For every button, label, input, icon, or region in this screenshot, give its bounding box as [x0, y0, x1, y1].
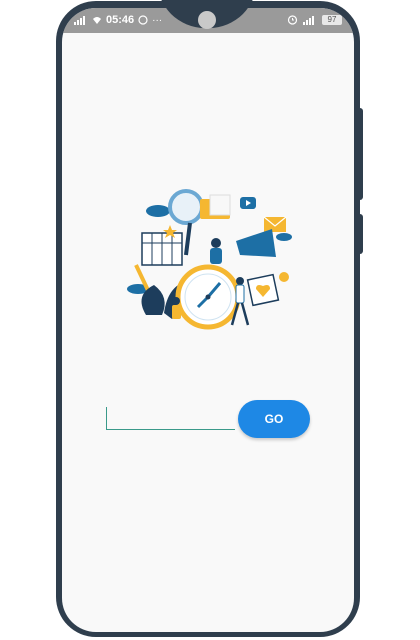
text-input[interactable]: [106, 407, 235, 430]
more-icon: ···: [152, 14, 163, 26]
signal-icon: [74, 16, 85, 25]
smiley-icon: [279, 272, 289, 282]
person-body: [235, 284, 245, 304]
status-left: 05:46 ···: [74, 14, 162, 26]
time-management-illustration: [127, 189, 292, 330]
cloud-shape: [146, 205, 170, 217]
power-button: [358, 214, 363, 254]
person-head: [172, 297, 180, 305]
battery-icon: 97: [322, 14, 342, 25]
wifi-icon: [93, 17, 101, 24]
person-body: [172, 305, 181, 319]
volume-button: [358, 108, 363, 200]
person-head: [236, 277, 244, 285]
clock-center: [205, 294, 211, 300]
magnifier-lens: [168, 189, 204, 225]
status-right: 97: [287, 14, 342, 25]
person-head: [211, 238, 221, 248]
todo-note: [209, 194, 231, 216]
megaphone: [236, 229, 276, 257]
person-body: [210, 248, 222, 264]
whatsapp-icon: [138, 15, 148, 25]
4g-signal-icon: [303, 15, 314, 25]
alarm-icon: [287, 15, 298, 25]
magnifier-handle: [184, 222, 192, 256]
cloud-shape: [276, 233, 292, 241]
status-time: 05:46: [106, 14, 135, 26]
go-button[interactable]: GO: [238, 400, 310, 438]
front-camera: [198, 11, 216, 29]
